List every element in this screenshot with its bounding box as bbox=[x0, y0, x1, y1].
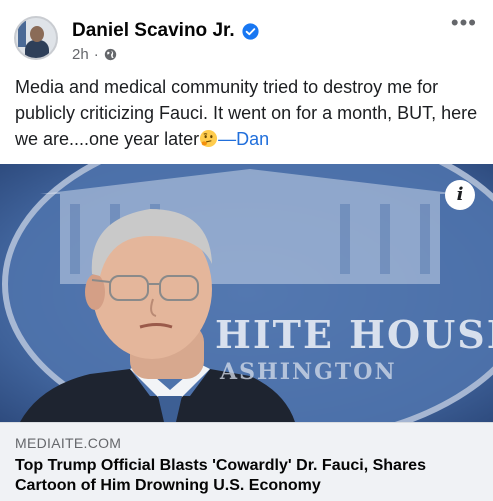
meta-separator: · bbox=[93, 46, 99, 63]
link-preview-caption[interactable]: MEDIAITE.COM Top Trump Official Blasts '… bbox=[0, 422, 493, 501]
thinking-face-emoji bbox=[200, 129, 218, 148]
globe-icon[interactable] bbox=[104, 48, 117, 61]
author-name[interactable]: Daniel Scavino Jr. bbox=[72, 20, 235, 42]
post-signature: —Dan bbox=[218, 129, 270, 149]
avatar[interactable] bbox=[14, 16, 58, 60]
backdrop-text-1: HITE HOUSE bbox=[215, 312, 493, 357]
more-options-icon[interactable]: ••• bbox=[451, 12, 477, 34]
post-time[interactable]: 2h bbox=[72, 46, 89, 63]
author-name-row: Daniel Scavino Jr. bbox=[72, 20, 259, 42]
post-text: Media and medical community tried to des… bbox=[15, 74, 481, 152]
backdrop-text-2: ASHINGTON bbox=[220, 359, 397, 385]
link-title[interactable]: Top Trump Official Blasts 'Cowardly' Dr.… bbox=[15, 456, 485, 496]
link-preview-image[interactable]: HITE HOUSE ASHINGTON i bbox=[0, 164, 493, 422]
post-header: Daniel Scavino Jr. 2h · ••• bbox=[0, 0, 493, 70]
info-icon[interactable]: i bbox=[445, 180, 475, 210]
link-domain: MEDIAITE.COM bbox=[15, 435, 122, 451]
post-meta: 2h · bbox=[72, 46, 117, 63]
verified-badge-icon bbox=[242, 22, 259, 40]
